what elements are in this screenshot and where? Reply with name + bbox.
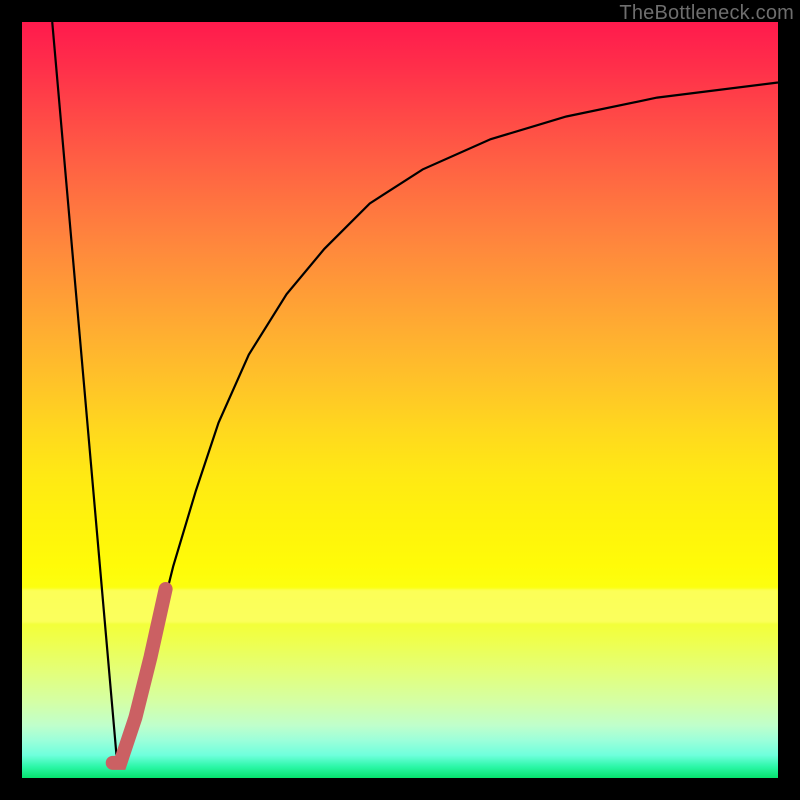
left-edge-line: [52, 22, 116, 755]
highlight-marker-line: [113, 589, 166, 763]
saturation-curve-line: [117, 82, 779, 755]
plot-area: [22, 22, 778, 778]
chart-frame: TheBottleneck.com: [0, 0, 800, 800]
curve-layer: [22, 22, 778, 778]
